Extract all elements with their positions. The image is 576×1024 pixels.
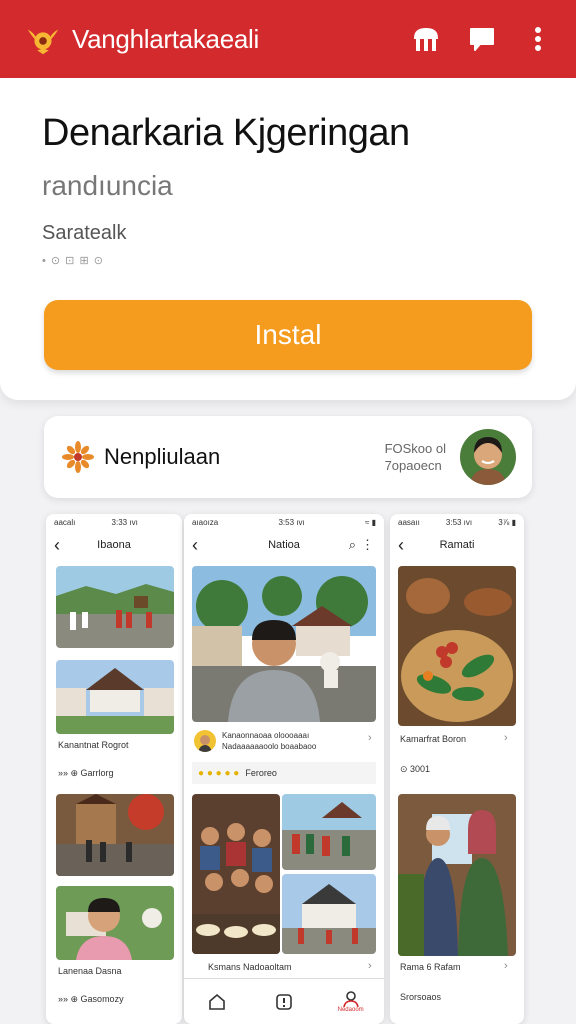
house-photo <box>282 874 376 954</box>
status-bar: aasaıı 3:53 ıvı 3⅞ ▮ <box>390 514 524 530</box>
caption-2: ⊙ 3001 <box>400 764 431 774</box>
status-left: aacalı <box>54 517 76 527</box>
developer-info-line2: 7opaoecn <box>384 458 442 473</box>
status-left: aıaoıza <box>192 517 219 527</box>
women-photo <box>398 794 516 956</box>
post-text: Kanaonnaoaa oloooaaaı Nadaaaaaaoolo boaa… <box>222 731 317 751</box>
status-left: aasaıı <box>398 517 420 527</box>
market-photo <box>282 794 376 870</box>
app-title: Denarkaria Kjgeringan <box>42 112 410 154</box>
screen-nav: ‹ Ramati <box>390 530 524 560</box>
bottom-navigation: Nedaoom <box>184 978 384 1024</box>
post-avatar <box>194 730 216 752</box>
chat-icon <box>470 28 494 51</box>
app-meta: • ⊙ ⊡ ⊞ ⊙ <box>42 255 104 267</box>
profile-icon <box>342 990 359 1007</box>
status-bar: aıaoıza 3:53 ıvı ≈ ▮ <box>184 514 384 530</box>
status-bar: aacalı 3:33 ıvı <box>46 514 182 530</box>
developer-card[interactable]: Nenpliulaan FOSkoo ol 7opaoecn <box>44 416 532 498</box>
status-time: 3:53 ıvı <box>278 517 305 527</box>
search-icon[interactable]: ⌕ <box>349 537 356 553</box>
home-icon <box>209 993 226 1010</box>
more-vert-icon <box>535 27 541 51</box>
caption-3: Rama 6 Rafam <box>400 962 461 972</box>
garuda-logo-icon[interactable] <box>24 20 62 58</box>
joglo-house-photo <box>56 660 174 734</box>
chevron-right-icon[interactable]: › <box>504 960 508 972</box>
caption-4: Srorsoaos <box>400 992 442 1002</box>
developer-info: FOSkoo ol 7opaoecn <box>385 440 446 474</box>
boy-photo <box>56 886 174 960</box>
store-icon <box>414 28 438 51</box>
app-publisher[interactable]: Saratealk <box>42 222 127 245</box>
nav-profile[interactable]: Nedaoom <box>338 989 364 1015</box>
info-icon <box>276 993 292 1010</box>
caption-4: »» ⊕ Gasomozy <box>58 994 124 1004</box>
street-photo <box>56 794 174 876</box>
developer-avatar[interactable] <box>460 429 516 485</box>
chevron-right-icon[interactable]: › <box>368 732 372 744</box>
nav-home[interactable] <box>204 989 230 1015</box>
developer-name: Nenpliulaan <box>104 444 221 469</box>
app-bar-title: Vanghlartakaeali <box>72 23 259 54</box>
status-time: 3:33 ıvı <box>111 517 138 527</box>
nav-info[interactable] <box>271 989 297 1015</box>
screen-nav: ‹ Natioa ⌕ ⋮ <box>184 530 384 560</box>
caption-3: Lanenaa Dasna <box>58 966 122 976</box>
status-right: 3⅞ ▮ <box>498 517 516 527</box>
avatar-image <box>460 429 516 485</box>
village-photo <box>56 566 174 648</box>
nav-profile-label: Nedaoom <box>337 1006 364 1013</box>
chevron-right-icon[interactable]: › <box>368 960 372 972</box>
bottom-caption: Ksmans Nadoaoltam <box>208 962 292 972</box>
caption-1: Kanantnat Rogrot <box>58 740 129 750</box>
status-right: ≈ ▮ <box>364 517 376 527</box>
app-bar: Vanghlartakaeali <box>0 0 576 78</box>
status-time: 3:53 ıvı <box>445 517 473 527</box>
store-button[interactable] <box>406 19 446 59</box>
screenshot-3[interactable]: aasaıı 3:53 ıvı 3⅞ ▮ ‹ Ramati Kamarfrat … <box>390 514 524 1024</box>
chevron-right-icon[interactable]: › <box>504 732 508 744</box>
produce-basket-photo <box>398 566 516 726</box>
more-icon[interactable]: ⋮ <box>361 537 374 553</box>
family-photo <box>192 794 280 954</box>
screenshot-2[interactable]: aıaoıza 3:53 ıvı ≈ ▮ ‹ Natioa ⌕ ⋮ Kanaon… <box>184 514 384 1024</box>
developer-info-line1: FOSkoo ol <box>384 441 446 456</box>
reaction-emoji-icons: ● ● ● ● ● <box>198 767 240 779</box>
install-button[interactable]: Instal <box>44 300 532 370</box>
chat-button[interactable] <box>462 19 502 59</box>
caption-2: »» ⊕ Garrlorg <box>58 768 114 778</box>
reaction-bar[interactable]: ● ● ● ● ● Feroreo <box>192 762 376 784</box>
app-subtitle: randıuncia <box>42 170 173 201</box>
app-details-card: Denarkaria Kjgeringan randıuncia Saratea… <box>0 78 576 400</box>
more-options-button[interactable] <box>518 19 558 59</box>
screen-nav: ‹ Ibaona <box>46 530 182 560</box>
screenshot-1[interactable]: aacalı 3:33 ıvı ‹ Ibaona Kanantnat Rogro… <box>46 514 182 1024</box>
flower-logo-icon <box>62 441 94 473</box>
reaction-label: Feroreo <box>245 768 277 778</box>
screen-title: Ramati <box>439 539 475 551</box>
screen-title: Ibaona <box>97 539 131 551</box>
caption-1: Kamarfrat Boron <box>400 734 467 744</box>
man-with-doll-photo <box>192 566 376 722</box>
